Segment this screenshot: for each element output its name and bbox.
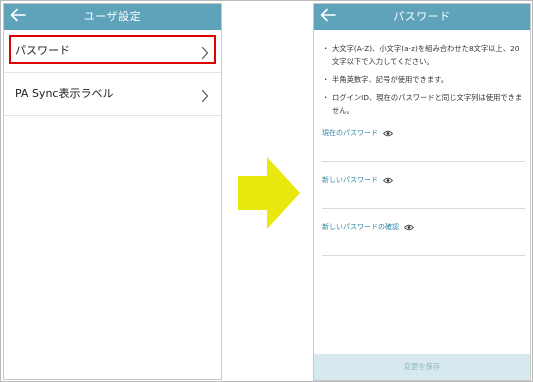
field-label: 新しいパスワード xyxy=(322,175,394,185)
chevron-right-icon xyxy=(201,88,209,103)
new-password-label: 新しいパスワード xyxy=(322,176,378,184)
confirm-password-field: 新しいパスワードの確認 xyxy=(322,222,525,256)
bullet: ・ xyxy=(322,75,330,84)
current-password-field: 現在のパスワード xyxy=(322,128,525,162)
page-title: パスワード xyxy=(393,10,451,23)
rule-text: ログインID、現在のパスワードと同じ文字列は使用できません。 xyxy=(332,93,523,115)
current-password-label: 現在のパスワード xyxy=(322,129,378,137)
eye-icon[interactable] xyxy=(383,177,394,184)
page-title: ユーザ設定 xyxy=(83,10,142,23)
menu-item-label: パスワード xyxy=(15,44,70,57)
confirm-password-label: 新しいパスワードの確認 xyxy=(322,223,399,231)
password-screen: パスワード ・ 大文字(A-Z)、小文字(a-z)を組み合わせた8文字以上、20… xyxy=(313,3,531,381)
menu-item-password[interactable]: パスワード xyxy=(4,32,221,73)
app-header: パスワード xyxy=(314,4,530,30)
menu-item-pa-sync-label[interactable]: PA Sync表示ラベル xyxy=(4,73,221,116)
bullet: ・ xyxy=(322,44,330,53)
field-label: 現在のパスワード xyxy=(322,128,394,138)
rule-item: ・ 大文字(A-Z)、小文字(a-z)を組み合わせた8文字以上、20文字以下で入… xyxy=(320,42,524,68)
user-settings-screen: ユーザ設定 パスワード PA Sync表示ラベル xyxy=(3,3,222,380)
chevron-right-icon xyxy=(201,45,209,60)
confirm-password-input[interactable] xyxy=(322,236,525,252)
new-password-field: 新しいパスワード xyxy=(322,175,525,209)
field-label: 新しいパスワードの確認 xyxy=(322,222,415,232)
rule-item: ・ ログインID、現在のパスワードと同じ文字列は使用できません。 xyxy=(320,91,524,117)
save-changes-button[interactable]: 変更を保存 xyxy=(314,354,530,380)
password-rules: ・ 大文字(A-Z)、小文字(a-z)を組み合わせた8文字以上、20文字以下で入… xyxy=(320,42,524,122)
rule-text: 半角英数字、記号が使用できます。 xyxy=(332,75,449,84)
rule-item: ・ 半角英数字、記号が使用できます。 xyxy=(320,73,524,86)
bullet: ・ xyxy=(322,93,330,102)
menu-item-label: PA Sync表示ラベル xyxy=(15,87,114,100)
new-password-input[interactable] xyxy=(322,189,525,205)
current-password-input[interactable] xyxy=(322,142,525,158)
eye-icon[interactable] xyxy=(404,224,415,231)
app-header: ユーザ設定 xyxy=(4,4,221,30)
eye-icon[interactable] xyxy=(383,130,394,137)
arrow-right-icon xyxy=(238,157,300,229)
image-frame: ユーザ設定 パスワード PA Sync表示ラベル パスワード ・ 大文字(A-Z… xyxy=(0,0,533,382)
rule-text: 大文字(A-Z)、小文字(a-z)を組み合わせた8文字以上、20文字以下で入力し… xyxy=(332,44,520,66)
